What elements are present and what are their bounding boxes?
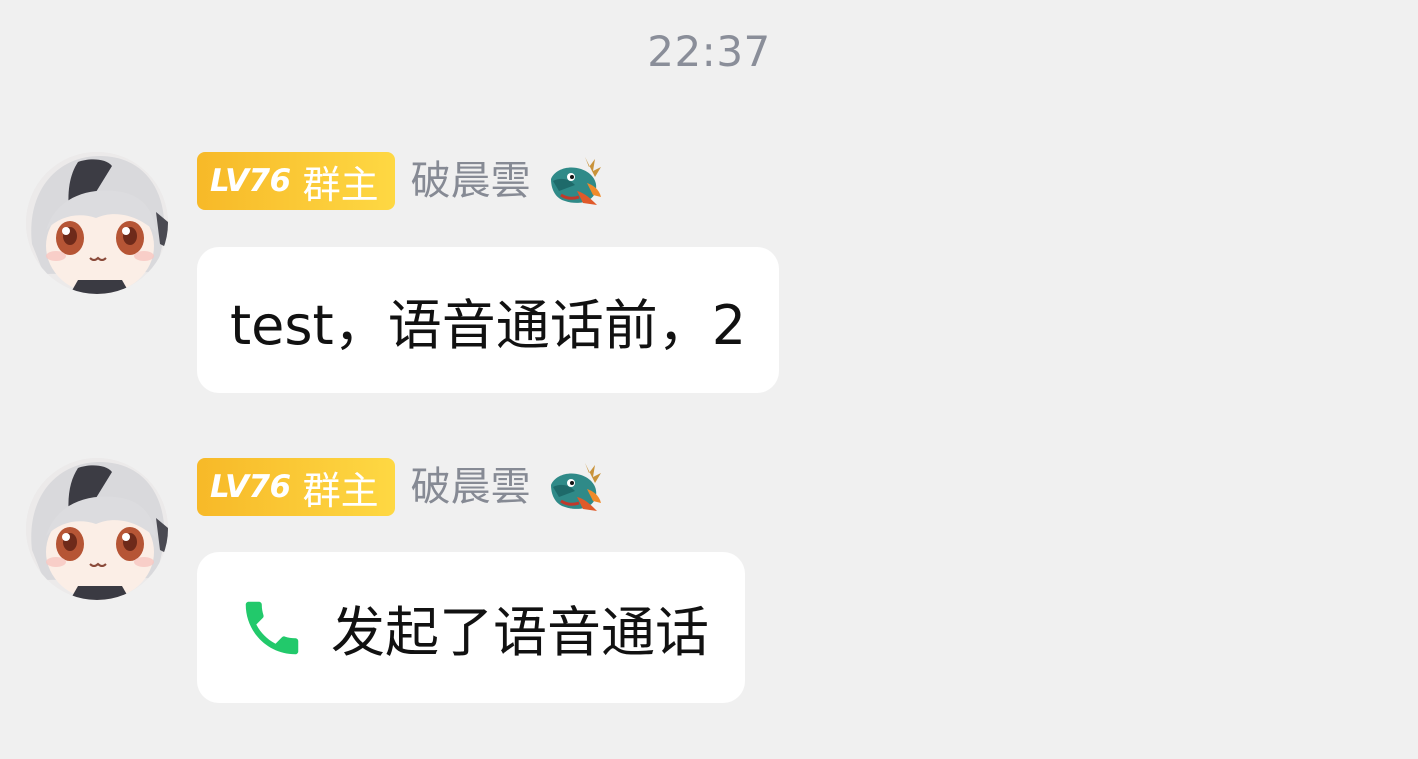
message-bubble[interactable]: test，语音通话前，2 [197,247,780,393]
anime-girl-avatar [26,152,168,294]
dragon-emoji-icon [550,157,601,205]
member-level: LV76 [210,469,291,505]
member-level: LV76 [210,163,291,199]
sender-header: LV76 群主 破晨雲 [197,458,603,516]
member-role: 群主 [302,468,379,513]
sender-nickname[interactable]: 破晨雲 [411,458,531,516]
sender-avatar[interactable] [26,458,168,600]
chat-message: LV76 群主 破晨雲 test，语音通话前，2 [0,152,1418,394]
voice-call-bubble[interactable]: 发起了语音通话 [197,552,745,703]
dragon-emoji-icon [550,463,601,511]
voice-call-text: 发起了语音通话 [331,601,709,664]
sender-header: LV76 群主 破晨雲 [197,152,603,210]
group-owner-badge: LV76 群主 [197,458,395,516]
anime-girl-avatar [26,458,168,600]
message-timestamp: 22:37 [647,27,771,76]
member-role: 群主 [302,162,379,207]
phone-icon [245,601,299,654]
chat-message: LV76 群主 破晨雲 发起了语音通话 [0,458,1418,704]
sender-nickname[interactable]: 破晨雲 [411,152,531,210]
message-text: test，语音通话前，2 [230,293,747,357]
group-owner-badge: LV76 群主 [197,152,395,210]
sender-avatar[interactable] [26,152,168,294]
